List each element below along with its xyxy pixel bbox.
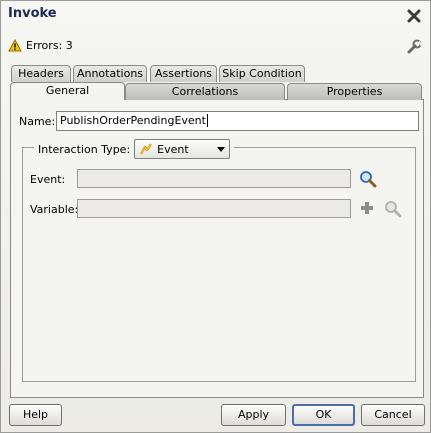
errors-text: Errors: 3 [26,39,73,52]
interaction-type-legend: Interaction Type: Event [34,139,235,159]
tab-annotations[interactable]: Annotations [73,65,147,82]
ok-button[interactable]: OK [292,404,355,426]
dialog-title: Invoke [8,6,57,21]
interaction-type-value: Event [157,142,189,156]
tab-properties[interactable]: Properties [287,83,422,100]
warning-icon [8,39,22,52]
apply-button[interactable]: Apply [221,404,286,426]
search-icon [360,171,377,188]
tab-general[interactable]: General [10,82,125,100]
errors-indicator: Errors: 3 [8,39,73,52]
add-variable-button[interactable] [359,200,377,218]
event-field [77,169,351,188]
lightning-icon [140,143,153,155]
name-label: Name: [19,115,56,128]
name-input[interactable]: PublishOrderPendingEvent [56,111,419,131]
cancel-button[interactable]: Cancel [361,404,425,426]
chevron-down-icon [217,146,226,152]
tab-skip-condition[interactable]: Skip Condition [219,65,305,82]
event-search-button[interactable] [359,170,377,188]
variable-label: Variable: [30,203,79,216]
search-icon [385,201,402,218]
configure-button[interactable] [405,38,424,56]
interaction-type-label: Interaction Type: [38,142,131,156]
close-icon [407,9,421,23]
plus-icon [361,202,373,214]
tab-assertions[interactable]: Assertions [150,65,217,82]
interaction-type-dropdown[interactable]: Event [134,139,231,159]
invoke-dialog: Invoke Errors: 3 Headers Annotations Ass… [0,0,431,433]
event-label: Event: [30,173,66,186]
tab-headers[interactable]: Headers [11,65,71,82]
variable-field [77,199,351,218]
tab-correlations[interactable]: Correlations [125,83,285,100]
close-button[interactable] [405,7,423,25]
help-button[interactable]: Help [9,404,62,426]
wrench-icon [407,39,424,54]
variable-search-button[interactable] [384,200,402,218]
